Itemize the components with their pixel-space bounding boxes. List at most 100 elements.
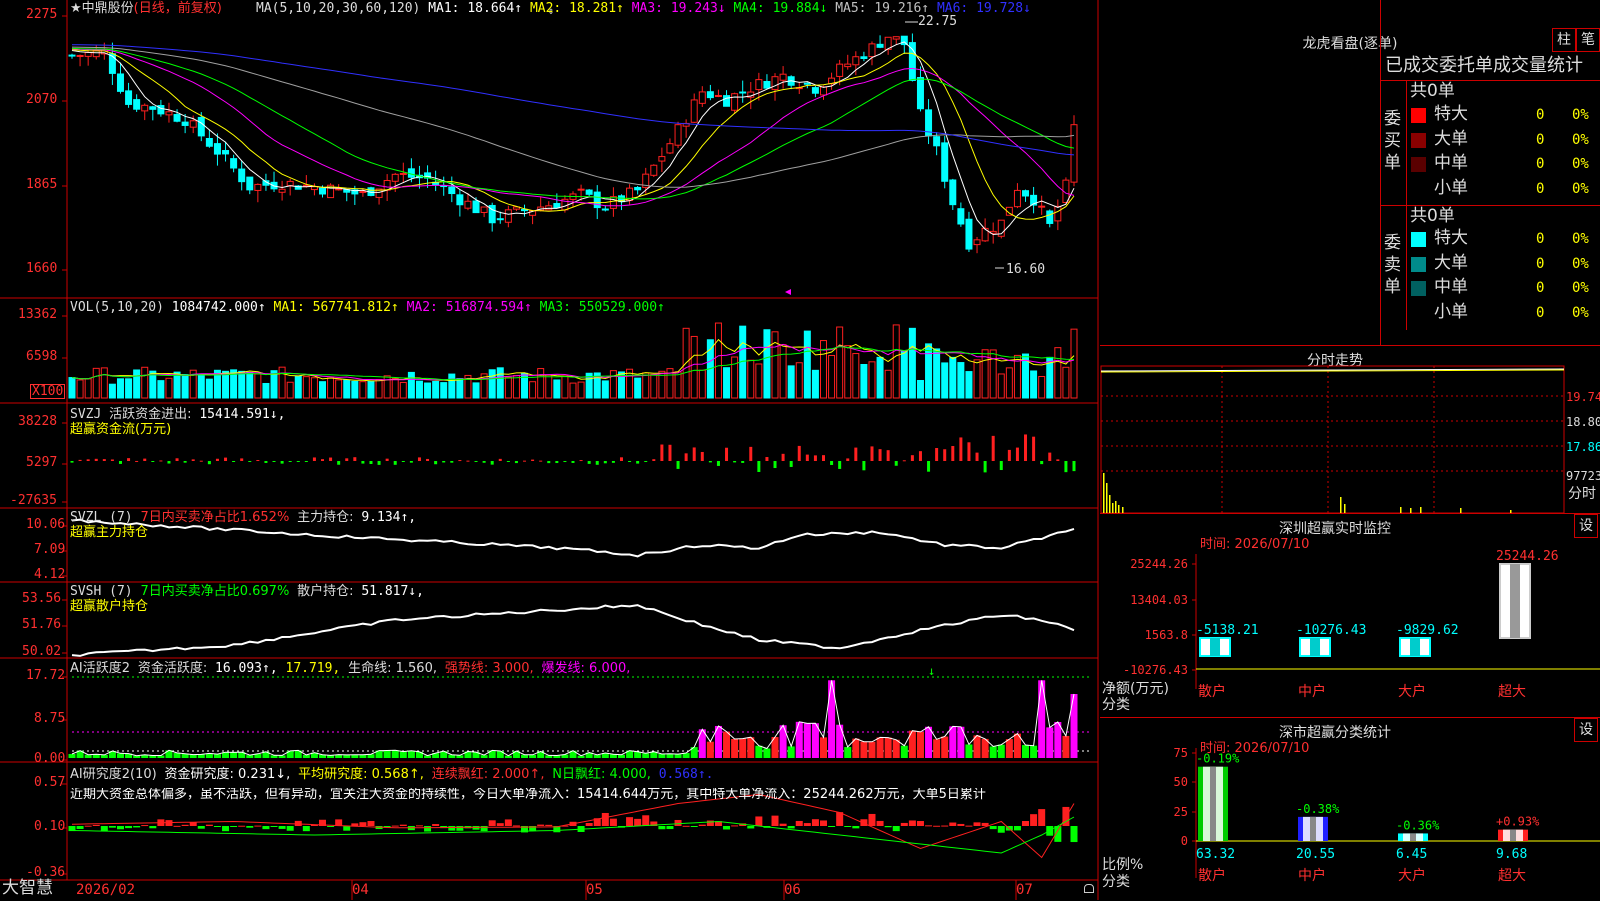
high-price-label: 22.75 [918, 14, 958, 29]
svzj-bar [86, 459, 90, 461]
cs-y-tick: 75 [1174, 746, 1188, 760]
sell-total: 共0单 [1410, 206, 1455, 226]
svzj-bar [708, 461, 712, 463]
svzj-bar [1007, 449, 1011, 461]
pen-mode-button[interactable]: 笔 [1576, 28, 1600, 52]
activity-bars [68, 680, 1078, 758]
lock-icon[interactable] [1084, 884, 1094, 893]
research-bar [254, 825, 262, 827]
candle-body [836, 63, 844, 77]
y-tick-main-1: 2070 [26, 92, 58, 107]
chart-canvas[interactable]: ⇕↓ [0, 0, 1100, 900]
cursor-marker [785, 289, 791, 295]
y-tick-svsh-1: 51.76 [22, 617, 62, 632]
candle-body [84, 51, 92, 57]
svzj-bar [345, 458, 349, 461]
volume-bar [92, 367, 100, 399]
vol-ma1: MA1: 567741.812↑ [273, 300, 399, 315]
candle-body [286, 180, 294, 187]
candle-body [310, 186, 318, 191]
cs-category: 中户 [1298, 867, 1326, 884]
research-bar [488, 820, 496, 826]
volume-bar [407, 371, 415, 399]
volume-bar [157, 380, 165, 399]
svzj-bar [660, 444, 664, 461]
dragon-tiger-title: 龙虎看盘(逐单) [1302, 36, 1398, 52]
candle-body [658, 156, 666, 162]
intraday-vol-bar [1340, 497, 1342, 513]
volume-bars [68, 322, 1078, 399]
research-bar [997, 826, 1005, 833]
volume-bar [553, 379, 561, 399]
y-tick-act-0: 17.72 [26, 668, 66, 683]
svzj-bar [102, 459, 106, 461]
candle-body [278, 188, 286, 193]
research-bar [690, 826, 698, 827]
research-bar [925, 825, 933, 827]
svzj-bar [700, 451, 704, 461]
vol-ma2: MA2: 516874.594↑ [406, 300, 532, 315]
volume-bar [424, 382, 432, 399]
research-bar [852, 826, 860, 829]
chart-area[interactable]: ⇕ ↓ ★中鼎股份(日线，前复权) MA(5,10,20,30,60,120) M… [0, 0, 1100, 900]
vol-value: 1084742.000↑ [171, 300, 266, 315]
bar-mode-button[interactable]: 柱 [1552, 28, 1576, 52]
volume-bar [989, 349, 997, 399]
svzj-bar [304, 461, 308, 462]
svzj-bar [183, 461, 187, 463]
svzj-bar [1040, 461, 1044, 465]
volume-bar [973, 359, 981, 399]
svzj-bar [215, 458, 219, 461]
research-bar [811, 819, 819, 826]
buy-row-count: 0 [1536, 180, 1545, 197]
svzj-bar [765, 457, 769, 461]
volume-bar [852, 353, 860, 399]
svzj-bar [822, 455, 825, 461]
vol-unit-label: X100 [30, 384, 66, 399]
volume-bar [577, 381, 585, 399]
svzj-bar [175, 458, 179, 461]
activity-bar [868, 741, 876, 758]
candle-body [973, 239, 981, 246]
cs-change-label: -0.19% [1196, 752, 1240, 766]
research-bar [957, 823, 965, 826]
volume-bar [916, 379, 924, 399]
brand-label[interactable]: 大智慧 [2, 880, 53, 897]
candle-body [634, 186, 642, 191]
volume-bar [238, 370, 246, 399]
sell-row-name: 小单 [1434, 301, 1468, 322]
volume-bar [278, 366, 286, 399]
svzj-bar [321, 459, 324, 461]
research-bar [399, 824, 407, 826]
svzj-bar [264, 461, 268, 463]
volume-bar [650, 373, 658, 399]
sell-side-label: 委卖单 [1384, 233, 1401, 297]
y-tick-svzj-0: 38228 [18, 414, 58, 429]
svzj-bar [312, 457, 316, 461]
y-tick-vol-0: 13362 [18, 307, 58, 322]
research-bar [642, 815, 650, 826]
candle-body [820, 86, 827, 96]
svzj-bar [813, 455, 817, 461]
svzj-bar [902, 460, 906, 462]
intraday-vol-bar [1106, 483, 1108, 513]
dragon-tiger-panel: 龙虎看盘(逐单) 柱 笔 已成交委托单成交量统计 委买单 共0单 特大 0 0% 大单… [1100, 0, 1600, 345]
research-bar [658, 826, 666, 830]
sell-row-pct: 0% [1572, 304, 1589, 321]
svzj-bar [207, 461, 211, 465]
research-bar [302, 826, 310, 832]
sell-row-pct: 0% [1572, 255, 1589, 272]
research-bar [1013, 826, 1021, 831]
svzj-bar [135, 460, 139, 462]
intraday-canvas[interactable] [1100, 346, 1600, 514]
rt-category: 超大 [1498, 684, 1526, 700]
intraday-panel[interactable]: 分时走势 19.74 18.80 17.86 97723 分时 [1100, 345, 1600, 514]
svzj-bar [498, 458, 502, 461]
y-tick-svsh-0: 53.56 [22, 591, 62, 606]
research-bar [424, 826, 432, 832]
research-bar [76, 826, 84, 830]
date-label-3: 06 [784, 882, 801, 898]
volume-bar [787, 365, 795, 399]
svzl-ratio: 7日内买卖净占比1.652% [140, 510, 290, 525]
research-bar [84, 825, 92, 827]
